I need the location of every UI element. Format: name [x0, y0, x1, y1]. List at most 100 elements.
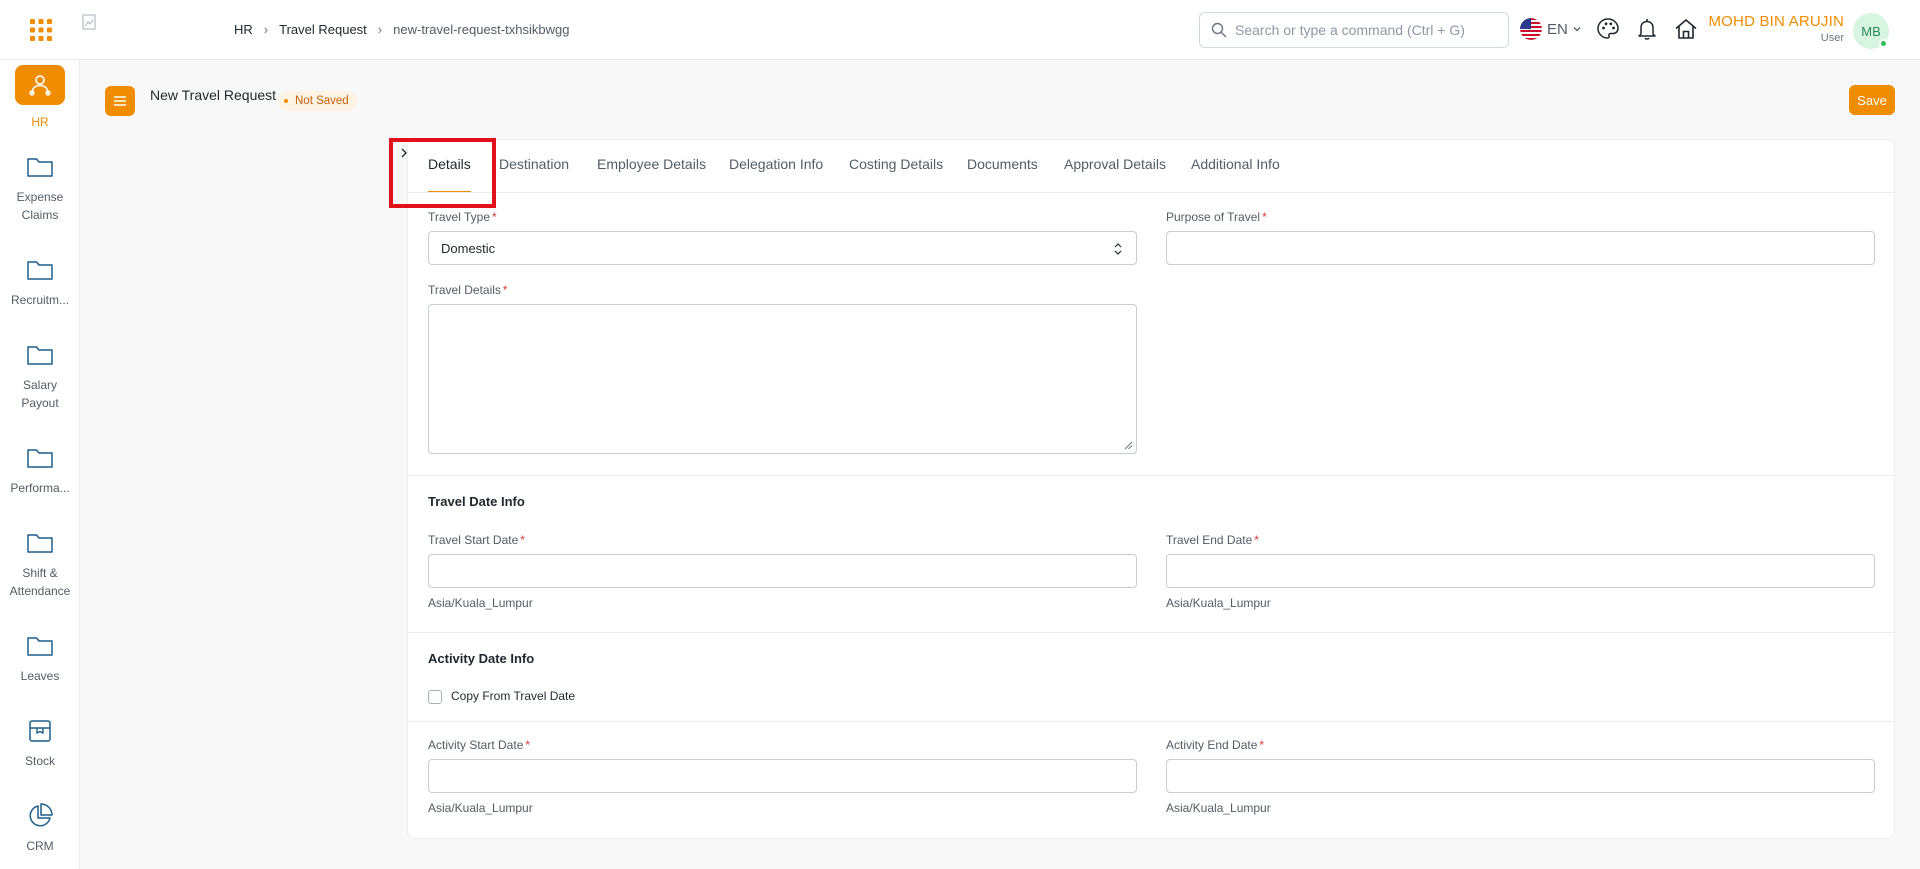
- breadcrumb-travel-request[interactable]: Travel Request: [279, 22, 367, 37]
- field-label-text: Travel Start Date: [428, 533, 519, 547]
- field-label-text: Activity Start Date: [428, 738, 524, 752]
- sidebar-item-label: CRM: [26, 839, 54, 853]
- hr-people-icon: [15, 65, 65, 105]
- sidebar-item-label: Recruitm...: [10, 293, 69, 307]
- field-label-text: Travel Details: [428, 283, 501, 297]
- tab-costing-details[interactable]: Costing Details: [849, 156, 943, 172]
- travel-details-textarea[interactable]: [428, 304, 1137, 454]
- timezone-hint: Asia/Kuala_Lumpur: [1166, 596, 1271, 610]
- user-name: MOHD BIN ARUJIN: [1708, 13, 1844, 30]
- folder-icon: [27, 449, 53, 468]
- breadcrumb: HR › Travel Request › new-travel-request…: [234, 22, 569, 37]
- sidebar-item-hr[interactable]: HR: [0, 65, 79, 131]
- travel-end-date-input[interactable]: [1166, 554, 1875, 588]
- folder-icon: [27, 534, 53, 553]
- copy-from-travel-date-checkbox[interactable]: [428, 690, 442, 704]
- pie-chart-icon: [29, 803, 53, 827]
- required-mark: *: [1254, 533, 1259, 547]
- required-mark: *: [525, 738, 531, 752]
- travel-type-label: Travel Type *: [428, 210, 497, 224]
- folder-icon: [27, 158, 53, 177]
- bell-icon[interactable]: [1634, 16, 1660, 42]
- search-input[interactable]: [1235, 22, 1495, 38]
- user-menu[interactable]: MOHD BIN ARUJIN User: [1708, 13, 1844, 44]
- timezone-hint: Asia/Kuala_Lumpur: [428, 596, 533, 610]
- palette-icon[interactable]: [1595, 16, 1621, 42]
- annotation-highlight-box: [389, 138, 496, 208]
- tab-approval-details[interactable]: Approval Details: [1064, 156, 1166, 172]
- us-flag-icon: [1520, 18, 1542, 40]
- sidebar-item-crm[interactable]: CRM: [0, 801, 79, 855]
- purpose-of-travel-input[interactable]: [1166, 231, 1875, 265]
- purpose-of-travel-label: Purpose of Travel *: [1166, 210, 1267, 224]
- section-divider: [407, 475, 1895, 476]
- sidebar-item-stock[interactable]: Stock: [0, 716, 79, 770]
- sidebar-item-label: HR: [31, 115, 49, 129]
- required-mark: *: [1262, 210, 1267, 224]
- activity-start-date-input[interactable]: [428, 759, 1137, 793]
- travel-type-select[interactable]: Domestic: [428, 231, 1137, 265]
- tab-destination[interactable]: Destination: [499, 156, 569, 172]
- module-sidebar: HR Expense Claims Recruitm... Salary Pay…: [0, 60, 80, 869]
- folder-icon: [27, 346, 53, 365]
- sidebar-item-label: Shift & Attendance: [9, 566, 71, 598]
- sidebar-item-label: Performa...: [10, 481, 70, 495]
- awesome-bar[interactable]: [1199, 12, 1509, 48]
- tab-additional-info[interactable]: Additional Info: [1191, 156, 1280, 172]
- language-code: EN: [1547, 20, 1568, 38]
- tab-employee-details[interactable]: Employee Details: [597, 156, 706, 172]
- sidebar-item-shift-attendance[interactable]: Shift & Attendance: [0, 528, 79, 600]
- required-mark: *: [520, 533, 525, 547]
- sidebar-item-salary-payout[interactable]: Salary Payout: [0, 340, 79, 412]
- activity-end-date-input[interactable]: [1166, 759, 1875, 793]
- sidebar-toggle-button[interactable]: [105, 86, 135, 116]
- travel-details-label: Travel Details *: [428, 283, 508, 297]
- required-mark: *: [502, 283, 508, 297]
- resize-grip-icon[interactable]: [1124, 441, 1133, 450]
- timezone-hint: Asia/Kuala_Lumpur: [428, 801, 533, 815]
- online-status-dot: [1879, 39, 1888, 48]
- sidebar-item-label: Stock: [24, 754, 55, 768]
- field-label-text: Activity End Date: [1166, 738, 1258, 752]
- folder-icon: [27, 637, 53, 656]
- breadcrumb-hr[interactable]: HR: [234, 22, 253, 37]
- required-mark: *: [1259, 738, 1265, 752]
- home-icon[interactable]: [1673, 16, 1699, 42]
- travel-date-info-title: Travel Date Info: [428, 494, 525, 509]
- breadcrumb-current-doc[interactable]: new-travel-request-txhsikbwgg: [393, 22, 569, 37]
- sidebar-item-label: Salary Payout: [21, 378, 59, 410]
- travel-start-date-label: Travel Start Date *: [428, 533, 525, 547]
- sidebar-item-leaves[interactable]: Leaves: [0, 631, 79, 685]
- field-label-text: Travel End Date: [1166, 533, 1253, 547]
- sidebar-item-label: Leaves: [20, 669, 60, 683]
- field-label-text: Travel Type: [428, 210, 491, 224]
- tab-delegation-info[interactable]: Delegation Info: [729, 156, 823, 172]
- sidebar-item-expense-claims[interactable]: Expense Claims: [0, 152, 79, 224]
- save-button[interactable]: Save: [1849, 85, 1895, 115]
- search-icon: [1211, 22, 1227, 38]
- copy-from-travel-date-label[interactable]: Copy From Travel Date: [451, 689, 575, 703]
- required-mark: *: [492, 210, 497, 224]
- page-title: New Travel Request: [150, 87, 277, 103]
- apps-grid-icon[interactable]: [28, 17, 54, 43]
- broken-logo-image-icon[interactable]: [82, 14, 96, 30]
- select-arrows-icon: [1114, 243, 1122, 255]
- section-divider: [407, 632, 1895, 633]
- tab-documents[interactable]: Documents: [967, 156, 1038, 172]
- travel-start-date-input[interactable]: [428, 554, 1137, 588]
- activity-end-date-label: Activity End Date *: [1166, 738, 1264, 752]
- activity-start-date-label: Activity Start Date *: [428, 738, 530, 752]
- language-selector[interactable]: EN: [1520, 18, 1582, 40]
- chevron-right-icon: ›: [377, 22, 383, 37]
- activity-date-info-title: Activity Date Info: [428, 651, 535, 666]
- travel-type-value: Domestic: [441, 240, 496, 256]
- field-label-text: Purpose of Travel: [1166, 210, 1261, 224]
- sidebar-item-performance[interactable]: Performa...: [0, 443, 79, 497]
- folder-icon: [27, 261, 53, 280]
- top-navbar: HR › Travel Request › new-travel-request…: [0, 0, 1920, 60]
- hamburger-menu-icon: [114, 96, 126, 106]
- sidebar-item-recruitment[interactable]: Recruitm...: [0, 255, 79, 309]
- status-badge: Not Saved: [278, 91, 357, 111]
- chevron-down-icon: [1573, 27, 1581, 32]
- timezone-hint: Asia/Kuala_Lumpur: [1166, 801, 1271, 815]
